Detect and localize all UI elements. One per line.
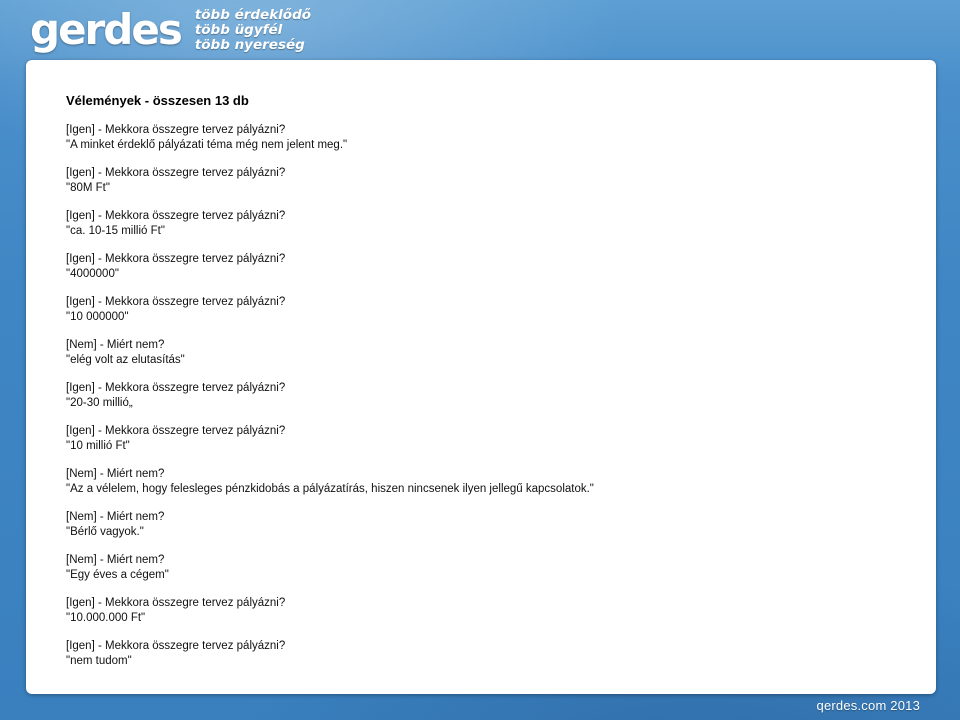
tagline-line-3: több nyereség <box>194 36 305 53</box>
gerdes-logo: gerdes <box>30 5 183 54</box>
entry-answer: "4000000" <box>66 267 119 280</box>
content-panel: Vélemények - összesen 13 db [Igen] - Mek… <box>26 60 936 694</box>
entry-question: [Igen] - Mekkora összegre tervez pályázn… <box>66 296 286 308</box>
brand-header: gerdes több érdeklődő több ügyfél több n… <box>30 4 311 56</box>
entry-answer: "Bérlő vagyok." <box>66 525 144 538</box>
list-item: [Igen] - Mekkora összegre tervez pályázn… <box>66 596 916 625</box>
entry-answer: "80M Ft" <box>66 181 110 194</box>
tagline-line-2: több ügyfél <box>194 21 283 38</box>
list-item: [Nem] - Miért nem? "Az a vélelem, hogy f… <box>66 467 916 496</box>
entry-question: [Igen] - Mekkora összegre tervez pályázn… <box>66 253 286 265</box>
list-item: [Igen] - Mekkora összegre tervez pályázn… <box>66 639 916 668</box>
entry-question: [Igen] - Mekkora összegre tervez pályázn… <box>66 597 286 609</box>
list-item: [Igen] - Mekkora összegre tervez pályázn… <box>66 166 916 195</box>
entry-answer: "Egy éves a cégem" <box>66 568 169 581</box>
entry-answer: "10 000000" <box>66 310 129 323</box>
entry-question: [Igen] - Mekkora összegre tervez pályázn… <box>66 640 286 652</box>
footer-copyright: qerdes.com 2013 <box>816 698 920 713</box>
list-item: [Igen] - Mekkora összegre tervez pályázn… <box>66 381 916 410</box>
entry-answer: "elég volt az elutasítás" <box>66 353 185 366</box>
page-title: Vélemények - összesen 13 db <box>66 93 249 108</box>
list-item: [Igen] - Mekkora összegre tervez pályázn… <box>66 209 916 238</box>
list-item: [Igen] - Mekkora összegre tervez pályázn… <box>66 252 916 281</box>
list-item: [Nem] - Miért nem? "Bérlő vagyok." <box>66 510 916 539</box>
list-item: [Nem] - Miért nem? "Egy éves a cégem" <box>66 553 916 582</box>
list-item: [Igen] - Mekkora összegre tervez pályázn… <box>66 295 916 324</box>
entry-question: [Nem] - Miért nem? <box>66 511 165 523</box>
entry-answer: "ca. 10-15 millió Ft" <box>66 224 165 237</box>
entry-question: [Nem] - Miért nem? <box>66 468 165 480</box>
entry-answer: "10.000.000 Ft" <box>66 611 146 624</box>
entry-answer: "Az a vélelem, hogy felesleges pénzkidob… <box>66 482 594 495</box>
brand-tagline: több érdeklődő több ügyfél több nyereség <box>194 6 312 53</box>
entry-question: [Igen] - Mekkora összegre tervez pályázn… <box>66 425 286 437</box>
entry-answer: "nem tudom" <box>66 654 132 667</box>
list-item: [Nem] - Miért nem? "elég volt az elutasí… <box>66 338 916 367</box>
entry-answer: "10 millió Ft" <box>66 439 130 452</box>
entry-answer: "20-30 millió„ <box>66 396 133 409</box>
entry-answer: "A minket érdeklő pályázati téma még nem… <box>66 138 348 151</box>
entry-question: [Igen] - Mekkora összegre tervez pályázn… <box>66 124 286 136</box>
entry-question: [Igen] - Mekkora összegre tervez pályázn… <box>66 167 286 179</box>
tagline-line-1: több érdeklődő <box>194 6 312 23</box>
entry-question: [Igen] - Mekkora összegre tervez pályázn… <box>66 382 286 394</box>
entry-question: [Nem] - Miért nem? <box>66 554 165 566</box>
entry-question: [Igen] - Mekkora összegre tervez pályázn… <box>66 210 286 222</box>
list-item: [Igen] - Mekkora összegre tervez pályázn… <box>66 123 916 152</box>
list-item: [Igen] - Mekkora összegre tervez pályázn… <box>66 424 916 453</box>
opinions-list: Vélemények - összesen 13 db [Igen] - Mek… <box>66 93 916 682</box>
entry-question: [Nem] - Miért nem? <box>66 339 165 351</box>
